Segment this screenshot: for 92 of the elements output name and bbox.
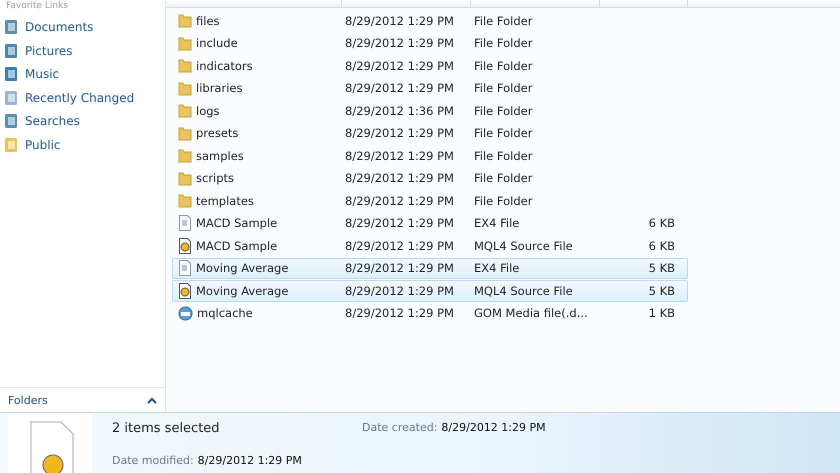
file-row[interactable]: presets 8/29/2012 1:29 PM File Folder	[172, 122, 688, 144]
file-name: MACD Sample	[173, 215, 343, 232]
date-cell-text: 8/29/2012 1:29 PM	[344, 216, 455, 230]
globe-icon	[178, 306, 193, 321]
file-name: libraries	[173, 80, 343, 96]
type-cell-text: GOM Media file(.d...	[473, 306, 589, 320]
folder-icon	[178, 170, 192, 186]
file-row[interactable]: files 8/29/2012 1:29 PM File Folder	[172, 10, 688, 32]
file-row[interactable]: indicators 8/29/2012 1:29 PM File Folder	[172, 55, 688, 76]
sidebar-link[interactable]: Pictures	[0, 40, 165, 60]
chevron-icon	[147, 396, 157, 404]
folder-icon	[178, 126, 192, 141]
type-cell-text: EX4 File	[473, 216, 520, 230]
source-file-icon	[178, 282, 192, 299]
file-row[interactable]: samples 8/29/2012 1:29 PM File Folder	[172, 145, 688, 166]
file-row[interactable]: Moving Average 8/29/2012 1:29 PM EX4 File 5 KB	[172, 258, 688, 279]
file-row[interactable]: scripts 8/29/2012 1:29 PM File Folder	[172, 168, 688, 189]
date-cell-text: 8/29/2012 1:29 PM	[344, 58, 455, 73]
type-cell-text: File Folder	[473, 104, 534, 118]
folder-icon	[178, 80, 192, 96]
file-name: presets	[173, 126, 343, 141]
date-cell-text: 8/29/2012 1:29 PM	[344, 81, 455, 96]
date-cell-text: 8/29/2012 1:29 PM	[344, 306, 455, 320]
date-modified: Date modified: 8/29/2012 1:29 PM	[112, 454, 303, 467]
folder-icon	[178, 13, 192, 28]
library-icon	[4, 66, 18, 82]
file-name: scripts	[173, 170, 343, 186]
file-name: MACD Sample	[173, 238, 343, 254]
folder-icon	[178, 148, 192, 164]
folder-icon	[178, 103, 192, 118]
document-icon	[178, 215, 192, 232]
file-name: indicators	[173, 58, 343, 74]
date-cell-text: 8/29/2012 1:29 PM	[344, 14, 455, 28]
size-cell-text: 5 KB	[648, 261, 676, 276]
file-row[interactable]: MACD Sample 8/29/2012 1:29 PM MQL4 Source File 6 KB	[172, 235, 688, 256]
folder-icon	[178, 58, 192, 74]
type-cell-text: MQL4 Source File	[473, 238, 574, 253]
library-icon	[4, 42, 18, 58]
file-row[interactable]: MACD Sample 8/29/2012 1:29 PM EX4 File 6 KB	[172, 212, 688, 234]
type-cell-text: File Folder	[473, 36, 534, 50]
date-cell-text: 8/29/2012 1:29 PM	[344, 284, 455, 298]
date-cell-text: 8/29/2012 1:29 PM	[344, 126, 455, 140]
type-cell-text: File Folder	[473, 148, 534, 163]
type-cell-text: File Folder	[473, 58, 534, 73]
date-cell-text: 8/29/2012 1:36 PM	[344, 104, 455, 118]
sidebar-link[interactable]: Public	[0, 134, 165, 154]
date-cell-text: 8/29/2012 1:29 PM	[344, 238, 455, 253]
type-cell-text: EX4 File	[473, 261, 520, 276]
sidebar-link[interactable]: Documents	[0, 17, 165, 37]
type-cell-text: File Folder	[473, 81, 534, 96]
file-row[interactable]: libraries 8/29/2012 1:29 PM File Folder	[172, 78, 688, 99]
file-row[interactable]: include 8/29/2012 1:29 PM File Folder	[172, 32, 688, 54]
selection-summary: 2 items selected	[112, 421, 221, 436]
file-name: mqlcache	[173, 306, 343, 321]
type-cell-text: File Folder	[473, 126, 534, 140]
file-name: include	[173, 36, 343, 51]
type-cell-text: File Folder	[473, 194, 534, 208]
folders-label: Folders	[8, 394, 48, 406]
sidebar-link[interactable]: Searches	[0, 111, 165, 131]
file-name: templates	[173, 193, 343, 208]
type-cell-text: MQL4 Source File	[473, 284, 574, 298]
date-created: Date created: 8/29/2012 1:29 PM	[362, 421, 546, 436]
folder-icon	[4, 136, 18, 152]
type-cell-text: File Folder	[473, 171, 534, 186]
file-row[interactable]: Moving Average 8/29/2012 1:29 PM MQL4 Source File 5 KB	[172, 280, 688, 302]
size-cell-text: 1 KB	[648, 306, 676, 320]
folder-icon	[178, 36, 192, 51]
file-name: samples	[173, 148, 343, 164]
size-cell-text: 6 KB	[648, 216, 676, 230]
date-cell-text: 8/29/2012 1:29 PM	[344, 171, 455, 186]
date-cell-text: 8/29/2012 1:29 PM	[344, 36, 455, 50]
file-name: files	[173, 13, 343, 28]
file-row[interactable]: templates 8/29/2012 1:29 PM File Folder	[172, 190, 688, 212]
file-name: Moving Average	[173, 282, 343, 299]
library-icon	[4, 113, 18, 129]
section-heading: Favorite Links	[5, 0, 68, 12]
file-row[interactable]: logs 8/29/2012 1:36 PM File Folder	[172, 100, 688, 122]
folder-icon	[178, 193, 192, 208]
type-cell-text: File Folder	[473, 14, 534, 28]
size-cell-text: 5 KB	[648, 284, 676, 298]
source-file-icon	[178, 238, 192, 254]
size-cell-text: 6 KB	[648, 238, 676, 253]
document-icon	[178, 260, 192, 276]
sidebar-link[interactable]: Recently Changed	[0, 88, 165, 108]
file-name: Moving Average	[173, 260, 343, 276]
library-icon	[4, 19, 18, 35]
date-cell-text: 8/29/2012 1:29 PM	[344, 148, 455, 163]
date-cell-text: 8/29/2012 1:29 PM	[344, 261, 455, 276]
file-name: logs	[173, 103, 343, 118]
sidebar-link[interactable]: Music	[0, 64, 165, 84]
date-cell-text: 8/29/2012 1:29 PM	[344, 194, 455, 208]
file-row[interactable]: mqlcache 8/29/2012 1:29 PM GOM Media file(.d... 1 KB	[172, 302, 688, 324]
